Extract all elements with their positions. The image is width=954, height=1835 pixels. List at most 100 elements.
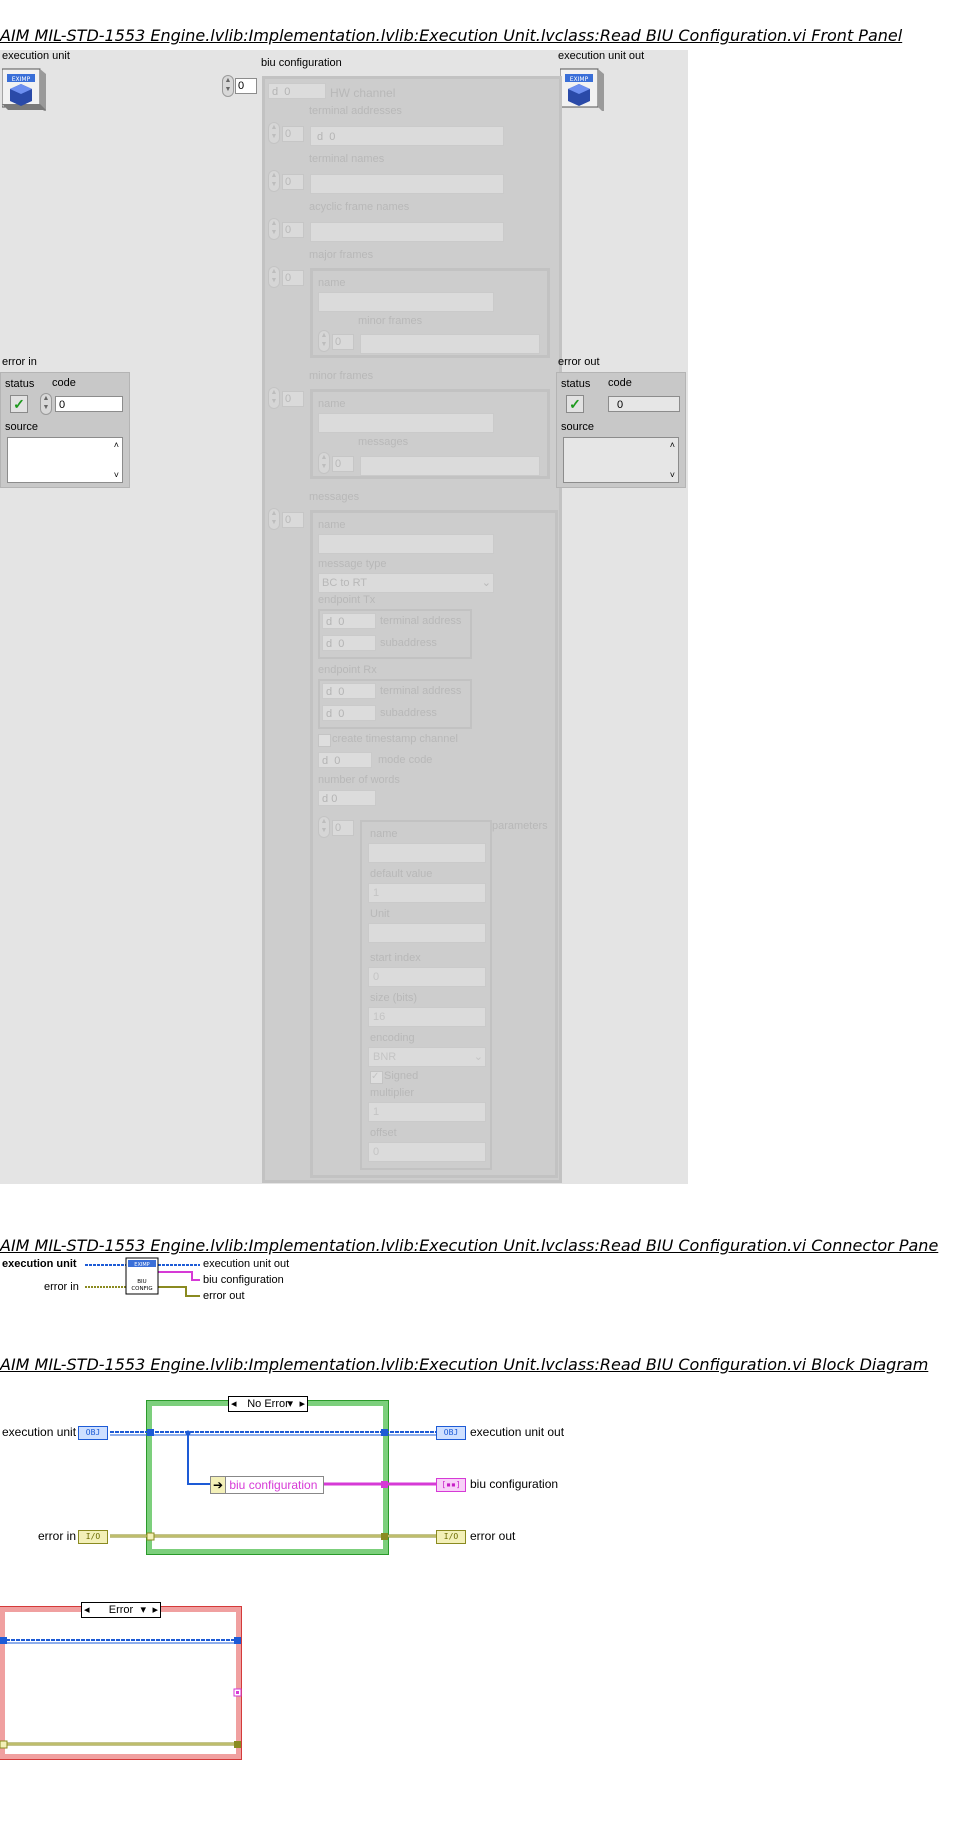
major-frame-name-field[interactable] bbox=[318, 292, 494, 312]
terminal-name-element[interactable] bbox=[310, 174, 504, 194]
scroll-up-icon[interactable]: ˄ bbox=[670, 440, 675, 450]
error-out-source-field[interactable]: ˄ ˅ bbox=[563, 437, 679, 483]
minor-message-element[interactable] bbox=[360, 456, 540, 476]
endpoint-rx-label: endpoint Rx bbox=[318, 664, 377, 676]
array-index-display[interactable]: 0 bbox=[332, 820, 354, 836]
svg-text:EXIMP: EXIMP bbox=[134, 1262, 149, 1268]
array-index-display[interactable]: 0 bbox=[282, 270, 304, 286]
svg-text:BIU: BIU bbox=[137, 1279, 146, 1285]
endpoint-rx-subaddress-label: subaddress bbox=[380, 707, 437, 719]
error-in-code-field[interactable]: 0 bbox=[55, 396, 123, 412]
default-value-field[interactable]: 1 bbox=[368, 883, 486, 903]
execution-unit-control[interactable]: EXIMP bbox=[1, 67, 46, 113]
bd-biu-configuration-label: biu configuration bbox=[470, 1477, 559, 1491]
execution-unit-out-indicator: EXIMP bbox=[559, 67, 604, 113]
encoding-dropdown[interactable]: BNR ⌄ bbox=[368, 1047, 486, 1067]
bundle-label: biu configuration bbox=[229, 1478, 318, 1492]
bd-execution-unit-terminal[interactable]: OBJ bbox=[78, 1426, 108, 1440]
array-index-display[interactable]: 0 bbox=[235, 78, 257, 94]
endpoint-tx-subaddress[interactable]: d 0 bbox=[322, 635, 376, 651]
error-in-source-field[interactable]: ˄ ˅ bbox=[7, 437, 123, 483]
error-in-status-label: status bbox=[5, 378, 35, 390]
major-frames-label: major frames bbox=[309, 249, 374, 261]
bd-error-in-label: error in bbox=[38, 1529, 77, 1543]
signed-checkbox[interactable]: ✓ bbox=[370, 1071, 383, 1084]
terminal-addresses-label: terminal addresses bbox=[309, 105, 402, 117]
biu-configuration-label: biu configuration bbox=[261, 57, 342, 69]
size-field[interactable]: 16 bbox=[368, 1007, 486, 1027]
messages-label: messages bbox=[309, 491, 360, 503]
array-index-spinner[interactable]: ▲ ▼ bbox=[268, 218, 280, 240]
endpoint-rx-terminal-address[interactable]: d 0 bbox=[322, 683, 376, 699]
cp-execution-unit-label: execution unit bbox=[2, 1258, 77, 1270]
connector-pane-title: AIM MIL-STD-1553 Engine.lvlib:Implementa… bbox=[0, 1236, 939, 1255]
array-index-spinner[interactable]: ▲ ▼ bbox=[268, 170, 280, 192]
unit-field[interactable] bbox=[368, 923, 486, 943]
array-index-display[interactable]: 0 bbox=[332, 456, 354, 472]
number-of-words-numeric[interactable]: d 0 bbox=[318, 790, 376, 806]
execution-unit-label: execution unit bbox=[2, 50, 70, 62]
error-in-status-checkbox[interactable]: ✓ bbox=[10, 395, 28, 413]
offset-label: offset bbox=[370, 1127, 397, 1139]
create-timestamp-label: create timestamp channel bbox=[332, 733, 458, 745]
array-index-spinner[interactable]: ▲ ▼ bbox=[268, 266, 280, 288]
array-index-spinner[interactable]: ▲ ▼ bbox=[318, 816, 330, 838]
array-index-display[interactable]: 0 bbox=[282, 391, 304, 407]
message-type-dropdown[interactable]: BC to RT ⌄ bbox=[318, 573, 494, 593]
array-index-spinner[interactable]: ▲ ▼ bbox=[268, 122, 280, 144]
create-timestamp-checkbox[interactable] bbox=[318, 734, 331, 747]
endpoint-tx-terminal-address-label: terminal address bbox=[380, 615, 462, 627]
major-minor-frame-element[interactable] bbox=[360, 334, 540, 354]
array-index-display[interactable]: 0 bbox=[332, 334, 354, 350]
error-in-label: error in bbox=[2, 356, 37, 368]
minor-frame-name-field[interactable] bbox=[318, 413, 494, 433]
message-name-label: name bbox=[318, 519, 346, 531]
array-index-display[interactable]: 0 bbox=[282, 126, 304, 142]
bd-biu-configuration-terminal[interactable]: [▪▪] bbox=[436, 1478, 466, 1492]
array-index-display[interactable]: 0 bbox=[282, 174, 304, 190]
acyclic-frame-name-element[interactable] bbox=[310, 222, 504, 242]
error-out-status-led: ✓ bbox=[566, 395, 584, 413]
parameters-label: parameters bbox=[492, 820, 548, 832]
array-index-display[interactable]: 0 bbox=[282, 512, 304, 528]
array-index-spinner[interactable]: ▲ ▼ bbox=[222, 75, 234, 97]
bundle-by-name-node[interactable]: ➔ biu configuration bbox=[210, 1476, 324, 1494]
endpoint-tx-terminal-address[interactable]: d 0 bbox=[322, 613, 376, 629]
start-index-field[interactable]: 0 bbox=[368, 967, 486, 987]
endpoint-rx-subaddress[interactable]: d 0 bbox=[322, 705, 376, 721]
front-panel-title: AIM MIL-STD-1553 Engine.lvlib:Implementa… bbox=[0, 26, 903, 45]
message-name-field[interactable] bbox=[318, 534, 494, 554]
terminal-address-value: d 0 bbox=[317, 131, 336, 143]
chevron-down-icon: ⌄ bbox=[473, 1051, 483, 1063]
array-index-spinner[interactable]: ▲ ▼ bbox=[318, 330, 330, 352]
error-in-source-label: source bbox=[5, 421, 39, 433]
error-in-code-spinner[interactable]: ▲ ▼ bbox=[40, 393, 52, 415]
param-name-label: name bbox=[370, 828, 398, 840]
offset-field[interactable]: 0 bbox=[368, 1142, 486, 1162]
scroll-down-icon[interactable]: ˅ bbox=[670, 470, 675, 480]
cp-execution-unit-out-label: execution unit out bbox=[203, 1258, 290, 1270]
error-out-source-label: source bbox=[561, 421, 595, 433]
svg-text:EXIMP: EXIMP bbox=[12, 76, 31, 83]
scroll-down-icon[interactable]: ˅ bbox=[114, 470, 119, 480]
array-index-spinner[interactable]: ▲ ▼ bbox=[268, 508, 280, 530]
bd-error-out-terminal[interactable]: I/O bbox=[436, 1530, 466, 1544]
param-name-field[interactable] bbox=[368, 843, 486, 863]
mode-code-numeric[interactable]: d 0 bbox=[318, 752, 372, 768]
signed-label: Signed bbox=[384, 1070, 419, 1082]
svg-text:EXIMP: EXIMP bbox=[570, 76, 589, 83]
bd-error-out-label: error out bbox=[470, 1529, 516, 1543]
multiplier-field[interactable]: 1 bbox=[368, 1102, 486, 1122]
bd-execution-unit-out-terminal[interactable]: OBJ bbox=[436, 1426, 466, 1440]
bd-error-in-terminal[interactable]: I/O bbox=[78, 1530, 108, 1544]
array-index-display[interactable]: 0 bbox=[282, 222, 304, 238]
error-out-code-label: code bbox=[608, 377, 632, 389]
radix-indicator: d bbox=[272, 86, 279, 98]
encoding-label: encoding bbox=[370, 1032, 415, 1044]
scroll-up-icon[interactable]: ˄ bbox=[114, 440, 119, 450]
endpoint-tx-subaddress-label: subaddress bbox=[380, 637, 437, 649]
array-index-spinner[interactable]: ▲ ▼ bbox=[268, 387, 280, 409]
hw-channel-numeric[interactable]: d 0 bbox=[268, 83, 326, 99]
number-of-words-label: number of words bbox=[318, 774, 400, 786]
array-index-spinner[interactable]: ▲ ▼ bbox=[318, 452, 330, 474]
